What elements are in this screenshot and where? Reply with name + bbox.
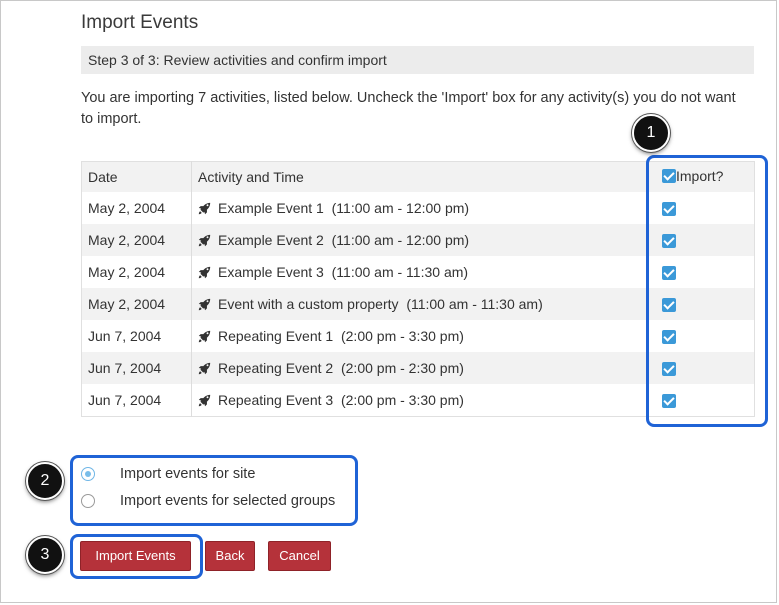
import-button-callout: [70, 534, 203, 579]
cancel-button[interactable]: Cancel: [268, 541, 331, 571]
row-activity: Example Event 3 (11:00 am - 11:30 am): [191, 256, 648, 288]
activity-time: (11:00 am - 12:00 pm): [331, 200, 470, 216]
activity-name: Example Event 1: [218, 200, 324, 216]
step-indicator: Step 3 of 3: Review activities and confi…: [81, 46, 754, 74]
import-options-callout: [70, 455, 358, 526]
callout-badge-1: 1: [632, 114, 670, 152]
row-activity: Repeating Event 3 (2:00 pm - 3:30 pm): [191, 384, 648, 417]
row-date: Jun 7, 2004: [81, 352, 192, 384]
rocket-icon: [198, 232, 212, 248]
row-activity: Event with a custom property (11:00 am -…: [191, 288, 648, 320]
date-column-header: Date: [81, 161, 192, 192]
row-date: May 2, 2004: [81, 224, 192, 256]
row-activity: Repeating Event 1 (2:00 pm - 3:30 pm): [191, 320, 648, 352]
rocket-icon: [198, 296, 212, 312]
activity-name: Repeating Event 1: [218, 328, 334, 344]
rocket-icon: [198, 264, 212, 280]
row-date: May 2, 2004: [81, 256, 192, 288]
activity-time: (11:00 am - 11:30 am): [406, 296, 543, 312]
row-date: May 2, 2004: [81, 192, 192, 224]
callout-badge-3: 3: [26, 536, 64, 574]
activity-time: (2:00 pm - 3:30 pm): [340, 392, 464, 408]
rocket-icon: [198, 200, 212, 216]
page-title: Import Events: [81, 12, 199, 33]
row-activity: Example Event 2 (11:00 am - 12:00 pm): [191, 224, 648, 256]
activity-time: (11:00 am - 12:00 pm): [331, 232, 470, 248]
activity-name: Example Event 3: [218, 264, 324, 280]
activity-name: Repeating Event 2: [218, 360, 334, 376]
activity-name: Event with a custom property: [218, 296, 399, 312]
row-date: Jun 7, 2004: [81, 384, 192, 417]
rocket-icon: [198, 392, 212, 408]
activity-time: (2:00 pm - 2:30 pm): [340, 360, 464, 376]
activity-column-header: Activity and Time: [191, 161, 648, 192]
rocket-icon: [198, 328, 212, 344]
rocket-icon: [198, 360, 212, 376]
activity-name: Repeating Event 3: [218, 392, 334, 408]
import-column-callout: [646, 155, 768, 427]
activity-name: Example Event 2: [218, 232, 324, 248]
row-date: May 2, 2004: [81, 288, 192, 320]
row-date: Jun 7, 2004: [81, 320, 192, 352]
activity-time: (11:00 am - 11:30 am): [331, 264, 469, 280]
activity-time: (2:00 pm - 3:30 pm): [340, 328, 464, 344]
callout-badge-2: 2: [26, 462, 64, 500]
back-button[interactable]: Back: [205, 541, 255, 571]
row-activity: Example Event 1 (11:00 am - 12:00 pm): [191, 192, 648, 224]
row-activity: Repeating Event 2 (2:00 pm - 2:30 pm): [191, 352, 648, 384]
